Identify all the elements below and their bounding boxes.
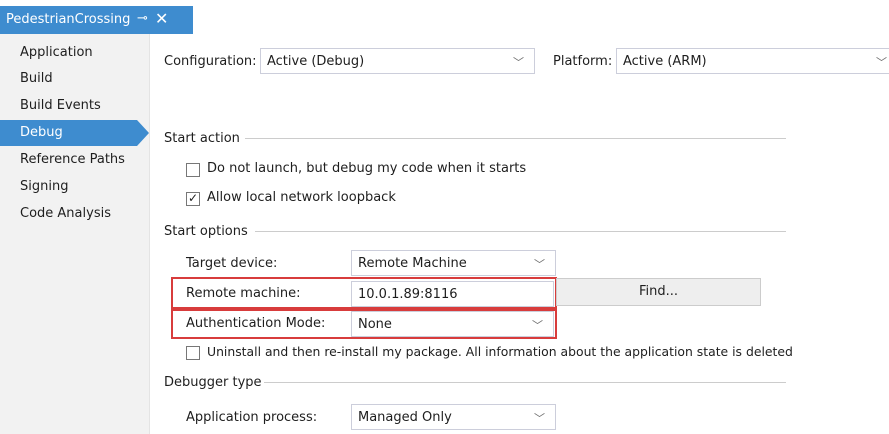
checkmark-icon: ✓ xyxy=(188,191,199,205)
debug-settings-panel: Configuration: Active (Debug) ﹀ Platform… xyxy=(150,34,889,434)
chevron-down-icon: ﹀ xyxy=(534,412,545,425)
document-tab-bar: PedestrianCrossing ⊸ ✕ xyxy=(0,0,889,34)
platform-label: Platform: xyxy=(553,54,613,69)
chevron-down-icon: ﹀ xyxy=(876,56,887,69)
chevron-down-icon: ﹀ xyxy=(513,56,524,69)
sidebar-item-signing[interactable]: Signing xyxy=(0,174,137,200)
target-device-value: Remote Machine xyxy=(358,256,467,271)
section-divider xyxy=(264,382,786,383)
do-not-launch-checkbox[interactable] xyxy=(186,163,200,177)
document-tab[interactable]: PedestrianCrossing ⊸ ✕ xyxy=(0,6,193,34)
sidebar-item-build-events[interactable]: Build Events xyxy=(0,93,137,119)
authentication-mode-dropdown[interactable]: None ﹀ xyxy=(351,311,554,337)
active-indicator xyxy=(137,120,149,146)
remote-machine-value: 10.0.1.89:8116 xyxy=(358,287,458,302)
close-icon[interactable]: ✕ xyxy=(155,9,168,28)
target-device-dropdown[interactable]: Remote Machine ﹀ xyxy=(351,250,556,276)
uninstall-reinstall-checkbox[interactable] xyxy=(186,346,200,360)
configuration-dropdown[interactable]: Active (Debug) ﹀ xyxy=(260,48,535,74)
sidebar: Application Build Build Events Debug Ref… xyxy=(0,34,150,434)
section-divider xyxy=(255,231,786,232)
application-process-label: Application process: xyxy=(186,410,318,425)
sidebar-item-build[interactable]: Build xyxy=(0,66,137,92)
find-button[interactable]: Find... xyxy=(556,278,761,306)
remote-machine-input[interactable]: 10.0.1.89:8116 xyxy=(351,281,554,307)
start-options-heading: Start options xyxy=(164,224,248,239)
section-divider xyxy=(245,138,786,139)
do-not-launch-label: Do not launch, but debug my code when it… xyxy=(207,161,527,176)
sidebar-item-label: Debug xyxy=(20,125,63,140)
application-process-dropdown[interactable]: Managed Only ﹀ xyxy=(351,404,556,430)
pin-icon[interactable]: ⊸ xyxy=(137,11,148,26)
sidebar-item-application[interactable]: Application xyxy=(0,40,137,66)
platform-dropdown[interactable]: Active (ARM) ﹀ xyxy=(616,48,889,74)
allow-loopback-label: Allow local network loopback xyxy=(207,190,396,205)
platform-value: Active (ARM) xyxy=(623,54,707,69)
tab-title: PedestrianCrossing xyxy=(6,12,131,27)
configuration-label: Configuration: xyxy=(164,54,257,69)
chevron-down-icon: ﹀ xyxy=(532,319,543,332)
sidebar-item-debug[interactable]: Debug xyxy=(0,120,149,146)
authentication-mode-label: Authentication Mode: xyxy=(186,316,326,331)
target-device-label: Target device: xyxy=(186,256,278,271)
uninstall-reinstall-label: Uninstall and then re-install my package… xyxy=(207,344,793,359)
remote-machine-label: Remote machine: xyxy=(186,286,301,301)
sidebar-item-reference-paths[interactable]: Reference Paths xyxy=(0,147,137,173)
debugger-type-heading: Debugger type xyxy=(164,375,262,390)
authentication-mode-value: None xyxy=(358,317,392,332)
start-action-heading: Start action xyxy=(164,131,240,146)
allow-loopback-checkbox[interactable]: ✓ xyxy=(186,191,200,206)
sidebar-item-code-analysis[interactable]: Code Analysis xyxy=(0,201,137,227)
configuration-value: Active (Debug) xyxy=(267,54,365,69)
application-process-value: Managed Only xyxy=(358,410,452,425)
chevron-down-icon: ﹀ xyxy=(534,258,545,271)
